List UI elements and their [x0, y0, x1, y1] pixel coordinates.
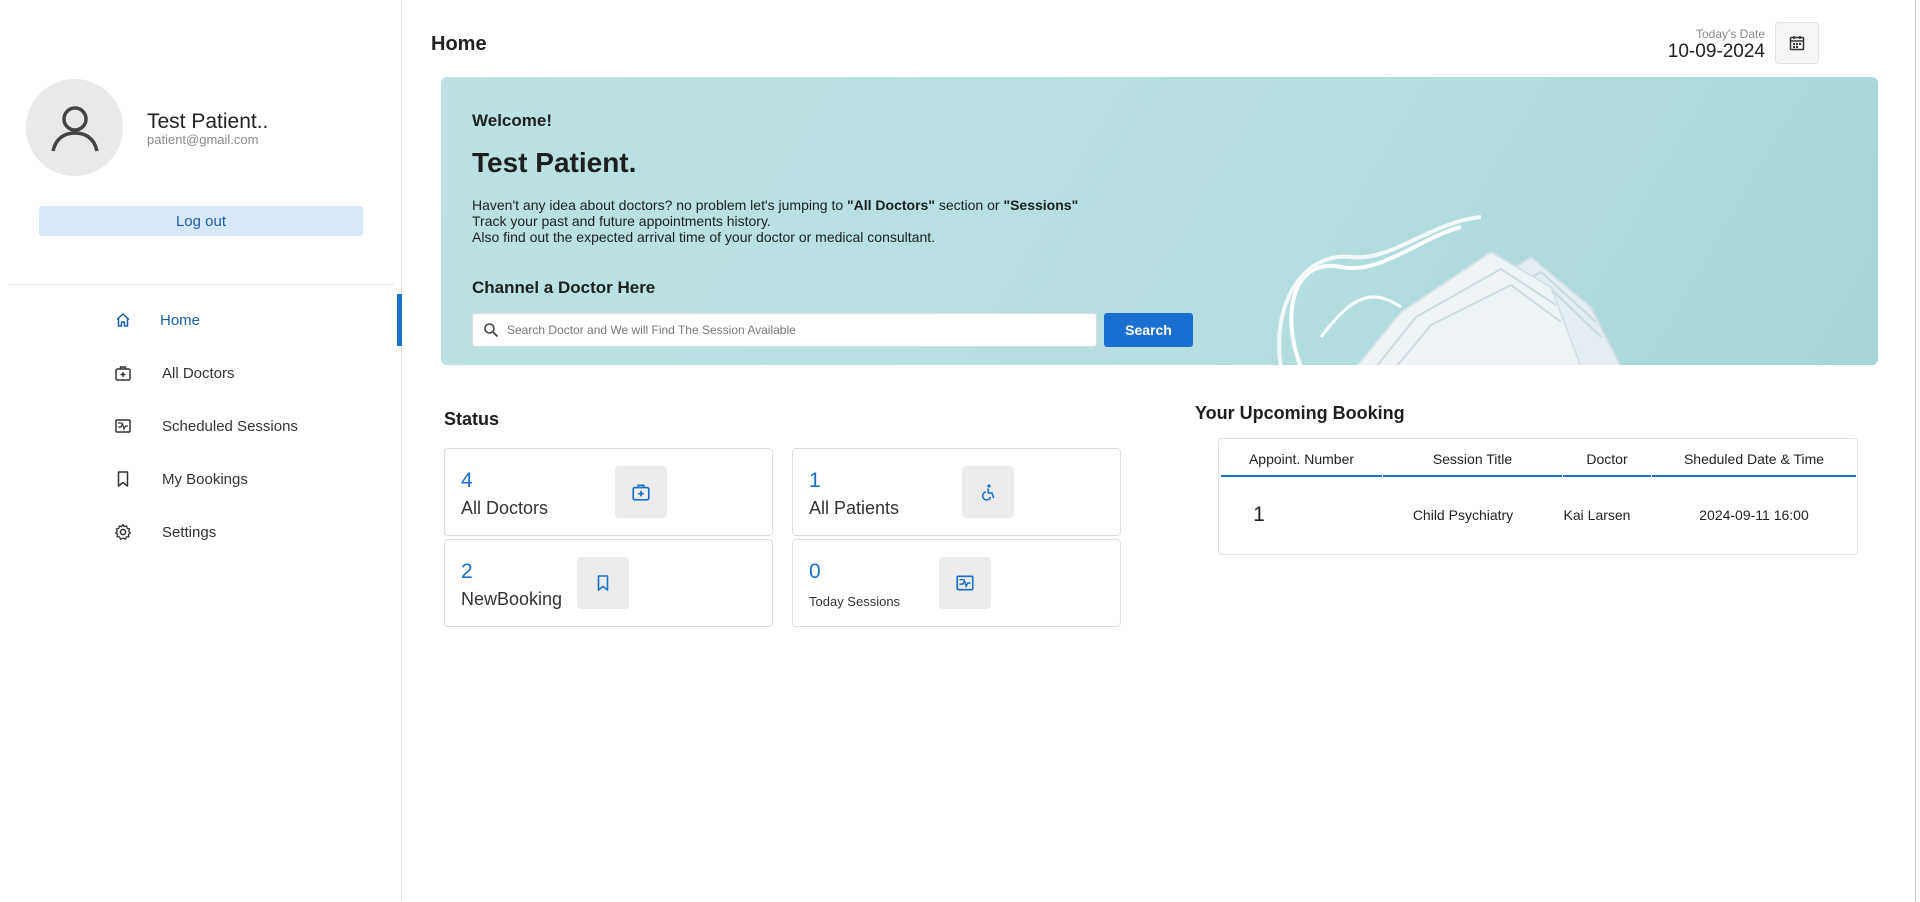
status-card-today-sessions[interactable]: 0 Today Sessions — [792, 539, 1121, 627]
status-card-new-booking[interactable]: 2 NewBooking — [444, 539, 773, 627]
bookmark-icon — [113, 469, 133, 489]
sidebar-item-label: Home — [160, 311, 201, 329]
profile-email: patient@gmail.com — [147, 132, 259, 147]
calendar-icon — [1789, 36, 1805, 51]
sidebar: Test Patient.. patient@gmail.com Log out… — [0, 0, 402, 902]
search-button[interactable]: Search — [1104, 313, 1193, 347]
profile-name: Test Patient.. — [147, 110, 269, 133]
upcoming-booking-title: Your Upcoming Booking — [1195, 403, 1405, 423]
date-caption: Today's Date — [1696, 27, 1765, 41]
table-cell: Child Psychiatry — [1412, 507, 1514, 523]
status-value: 1 — [809, 469, 821, 492]
sessions-link-text: "Sessions" — [1003, 197, 1079, 213]
logout-button[interactable]: Log out — [39, 206, 363, 236]
column-header: Session Title — [1383, 449, 1562, 477]
table-cell: 2024-09-11 16:00 — [1699, 507, 1809, 523]
doctor-search-box — [472, 313, 1097, 347]
sidebar-item-settings[interactable]: Settings — [0, 506, 402, 558]
accessible-icon — [962, 466, 1014, 518]
welcome-banner: Welcome! Test Patient. Haven't any idea … — [441, 77, 1878, 365]
avatar — [26, 79, 123, 176]
sidebar-item-my-bookings[interactable]: My Bookings — [0, 453, 402, 505]
upcoming-booking-table: Appoint. Number Session Title Doctor She… — [1218, 438, 1858, 555]
column-header: Sheduled Date & Time — [1652, 449, 1856, 477]
sidebar-item-label: My Bookings — [162, 470, 248, 488]
status-value: 2 — [461, 560, 473, 583]
status-label: NewBooking — [461, 589, 563, 609]
table-cell: Kai Larsen — [1563, 507, 1631, 523]
status-value: 0 — [809, 560, 821, 583]
banner-line-2: Track your past and future appointments … — [472, 213, 771, 229]
search-icon — [483, 322, 499, 338]
status-value: 4 — [461, 469, 473, 492]
schedule-icon — [113, 416, 133, 436]
doctor-search-input[interactable] — [507, 323, 1087, 337]
table-cell: 1 — [1253, 503, 1265, 526]
sidebar-item-home[interactable]: Home — [0, 294, 402, 346]
status-label: All Doctors — [461, 498, 549, 518]
channel-doctor-title: Channel a Doctor Here — [472, 278, 656, 297]
scrollbar-track[interactable] — [1915, 0, 1916, 902]
gear-icon — [113, 522, 133, 542]
sidebar-item-label: Settings — [162, 523, 217, 541]
banner-line-3: Also find out the expected arrival time … — [472, 229, 936, 245]
sidebar-divider — [8, 284, 394, 285]
bookmark-icon — [577, 557, 629, 609]
patient-name-heading: Test Patient. — [472, 147, 637, 178]
app-root: Test Patient.. patient@gmail.com Log out… — [0, 0, 1920, 902]
status-card-all-patients[interactable]: 1 All Patients — [792, 448, 1121, 536]
medical-mask-illustration — [1277, 215, 1622, 365]
doctor-bag-icon — [113, 363, 133, 383]
status-title: Status — [444, 409, 500, 429]
schedule-icon — [939, 557, 991, 609]
status-card-all-doctors[interactable]: 4 All Doctors — [444, 448, 773, 536]
banner-description: Haven't any idea about doctors? no probl… — [472, 197, 1078, 245]
page-title: Home — [431, 33, 487, 55]
column-header: Doctor — [1563, 449, 1651, 477]
user-icon — [50, 105, 99, 151]
status-label: Today Sessions — [809, 594, 901, 609]
status-label: All Patients — [809, 498, 900, 518]
sidebar-item-scheduled-sessions[interactable]: Scheduled Sessions — [0, 400, 402, 452]
date-value: 10-09-2024 — [1667, 41, 1765, 62]
doctor-bag-icon — [615, 466, 667, 518]
column-header: Appoint. Number — [1221, 449, 1382, 477]
sidebar-item-label: Scheduled Sessions — [162, 417, 298, 435]
welcome-text: Welcome! — [472, 111, 552, 130]
home-icon — [113, 310, 133, 330]
banner-line-1: Haven't any idea about doctors? no probl… — [472, 197, 1079, 213]
all-doctors-link-text: "All Doctors" — [847, 197, 935, 213]
calendar-button[interactable] — [1775, 22, 1819, 64]
sidebar-item-label: All Doctors — [162, 364, 235, 382]
sidebar-item-all-doctors[interactable]: All Doctors — [0, 347, 402, 399]
